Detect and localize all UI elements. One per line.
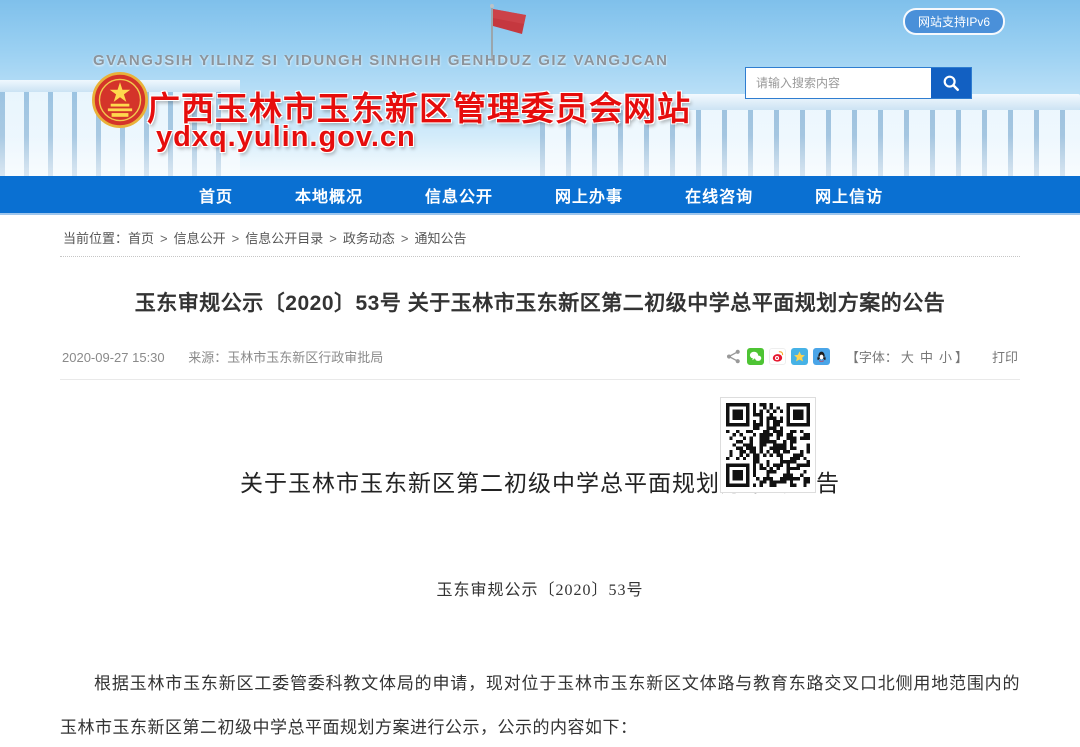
font-size-label-close: 】 — [955, 350, 968, 365]
font-size-label-open: 【字体： — [846, 350, 898, 365]
article: 玉东审规公示〔2020〕53号 关于玉林市玉东新区第二初级中学总平面规划方案的公… — [60, 287, 1020, 747]
breadcrumb-separator: > — [160, 231, 168, 246]
breadcrumb-separator: > — [232, 231, 240, 246]
article-meta-row: 2020-09-27 15:30 来源：玉林市玉东新区行政审批局 — [60, 347, 1020, 380]
breadcrumb-item-info-catalog[interactable]: 信息公开目录 — [245, 231, 323, 246]
article-content-heading: 关于玉林市玉东新区第二初级中学总平面规划方案的公告 — [60, 464, 1020, 498]
main-nav: 首页 本地概况 信息公开 网上办事 在线咨询 网上信访 — [0, 176, 1080, 215]
wechat-icon[interactable] — [747, 348, 764, 365]
document-number: 玉东审规公示〔2020〕53号 — [60, 576, 1020, 600]
zhuang-language-title: GVANGJSIH YILINZ SI YIDUNGH SINHGIH GENH… — [93, 52, 668, 69]
article-source: 来源：玉林市玉东新区行政审批局 — [188, 350, 383, 365]
search-icon — [942, 74, 960, 92]
breadcrumb-item-notices[interactable]: 通知公告 — [414, 231, 466, 246]
font-size-medium[interactable]: 中 — [920, 350, 933, 365]
article-body-paragraph: 根据玉林市玉东新区工委管委科教文体局的申请，现对位于玉林市玉东新区文体路与教育东… — [60, 662, 1020, 747]
article-meta-right: 【字体：大中小】 打印 — [720, 347, 1018, 366]
weibo-icon[interactable] — [769, 348, 786, 365]
breadcrumb-divider — [60, 256, 1020, 257]
page: 网站支持IPv6 GVANGJSIH YILINZ SI YIDUNGH SIN… — [0, 0, 1080, 747]
font-size-controls: 【字体：大中小】 — [846, 347, 968, 366]
share-icon[interactable] — [725, 348, 742, 365]
search-box — [745, 67, 972, 99]
nav-item-home[interactable]: 首页 — [199, 183, 233, 207]
qzone-icon[interactable] — [791, 348, 808, 365]
font-size-large[interactable]: 大 — [901, 350, 914, 365]
nav-item-online-services[interactable]: 网上办事 — [555, 183, 623, 207]
font-size-small[interactable]: 小 — [939, 350, 952, 365]
article-title: 玉东审规公示〔2020〕53号 关于玉林市玉东新区第二初级中学总平面规划方案的公… — [60, 287, 1020, 317]
qr-code — [720, 397, 816, 493]
breadcrumb-item-info-disclosure[interactable]: 信息公开 — [174, 231, 226, 246]
qq-icon[interactable] — [813, 348, 830, 365]
breadcrumb: 当前位置：首页 > 信息公开 > 信息公开目录 > 政务动态 > 通知公告 — [0, 215, 1080, 256]
breadcrumb-separator: > — [401, 231, 409, 246]
print-button[interactable]: 打印 — [992, 347, 1018, 366]
site-url: ydxq.yulin.gov.cn — [156, 121, 416, 154]
breadcrumb-prefix: 当前位置： — [63, 231, 128, 246]
article-meta-left: 2020-09-27 15:30 来源：玉林市玉东新区行政审批局 — [62, 347, 383, 366]
nav-item-online-consult[interactable]: 在线咨询 — [685, 183, 753, 207]
search-input[interactable] — [746, 68, 931, 98]
breadcrumb-item-home[interactable]: 首页 — [128, 231, 154, 246]
nav-item-online-petition[interactable]: 网上信访 — [815, 183, 883, 207]
search-button[interactable] — [931, 68, 971, 98]
breadcrumb-separator: > — [329, 231, 337, 246]
nav-item-info-disclosure[interactable]: 信息公开 — [425, 183, 493, 207]
breadcrumb-item-gov-news[interactable]: 政务动态 — [343, 231, 395, 246]
national-emblem-icon — [92, 72, 148, 133]
ipv6-support-badge[interactable]: 网站支持IPv6 — [903, 8, 1005, 35]
nav-item-local-overview[interactable]: 本地概况 — [295, 183, 363, 207]
publish-date: 2020-09-27 15:30 — [62, 350, 165, 365]
